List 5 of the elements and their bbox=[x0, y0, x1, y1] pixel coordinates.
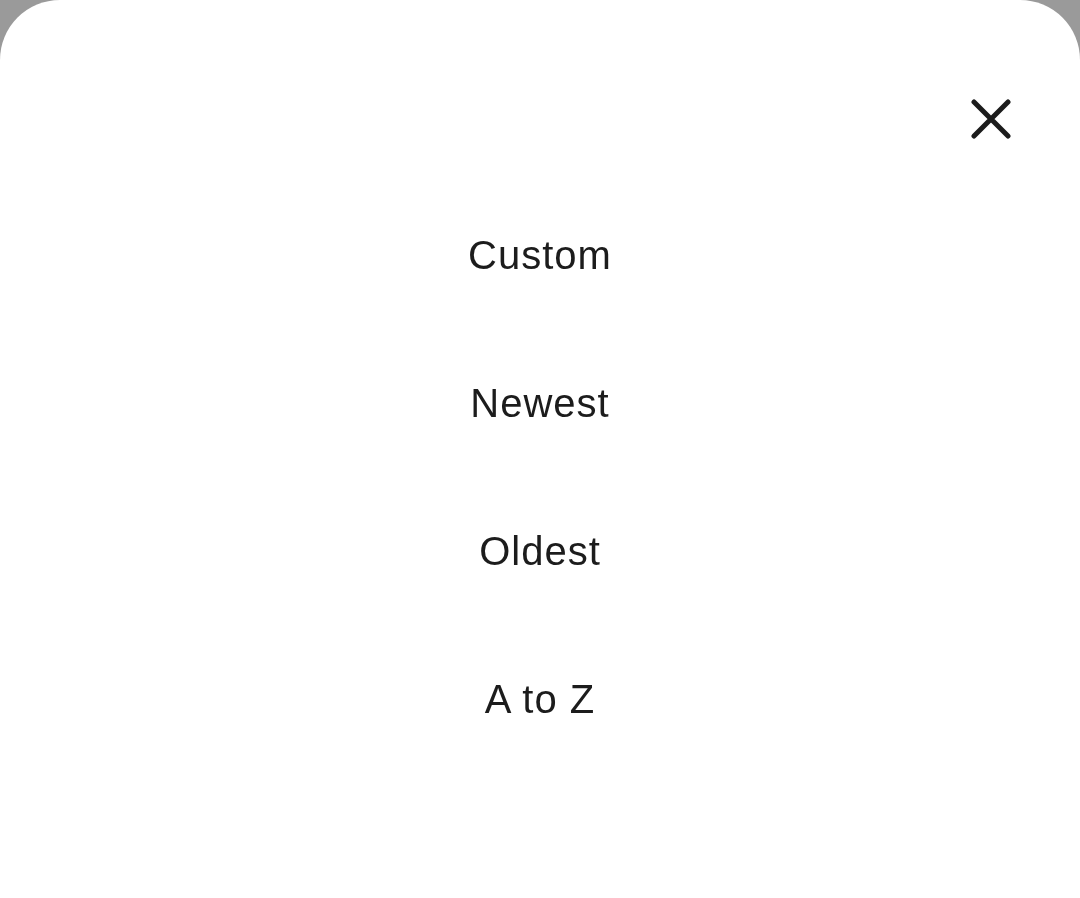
close-icon bbox=[971, 99, 1011, 139]
sort-option[interactable]: Newest bbox=[57, 329, 1023, 477]
sort-option[interactable]: A to Z bbox=[57, 625, 1023, 773]
sort-option[interactable]: Custom bbox=[57, 181, 1023, 329]
sort-option[interactable]: Oldest bbox=[57, 477, 1023, 625]
